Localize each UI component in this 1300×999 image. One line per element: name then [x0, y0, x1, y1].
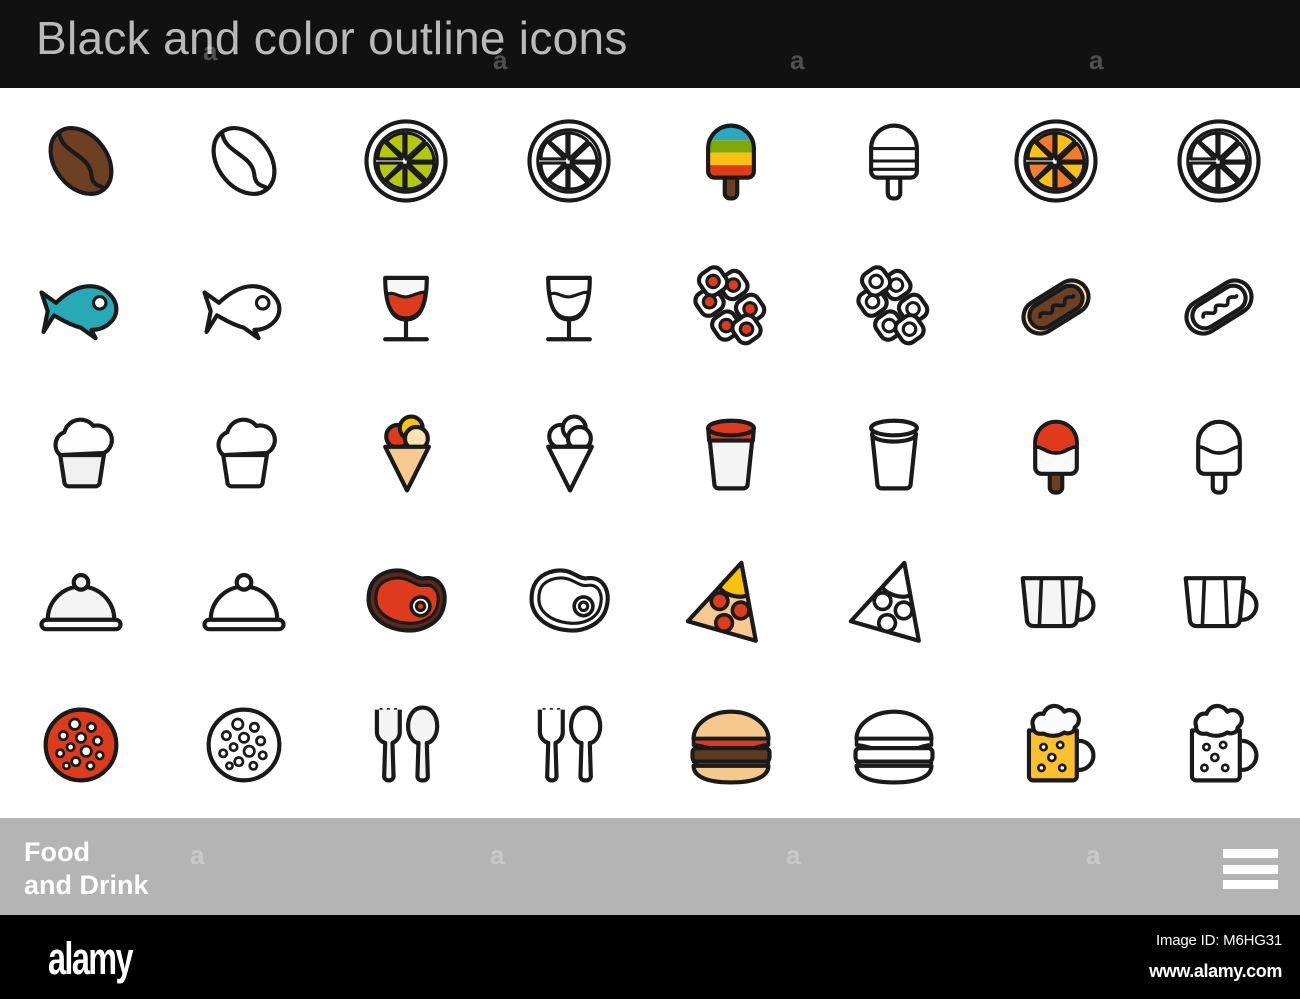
- icon-hamburger-color[interactable]: [650, 672, 813, 818]
- icon-cutlery-color[interactable]: [325, 672, 488, 818]
- icon-lime-slice-color[interactable]: [325, 88, 488, 234]
- icon-yogurt-cup-color[interactable]: [650, 380, 813, 526]
- icon-cloche-outline[interactable]: [163, 526, 326, 672]
- icon-orange-slice-color[interactable]: [975, 88, 1138, 234]
- icon-cupcake-color[interactable]: [0, 380, 163, 526]
- icon-hot-dog-outline[interactable]: [1138, 234, 1300, 380]
- icon-coffee-cup-outline[interactable]: [1138, 526, 1300, 672]
- watermark-letter: a: [786, 840, 801, 870]
- icon-sushi-color[interactable]: [650, 234, 813, 380]
- icon-sushi-outline[interactable]: [813, 234, 976, 380]
- footer-band: Food and Drink a a a a: [0, 818, 1300, 915]
- icon-ice-cream-cone-outline[interactable]: [488, 380, 651, 526]
- watermark-letter: a: [1089, 45, 1104, 75]
- icon-grid: [0, 88, 1300, 818]
- icon-hot-dog-color[interactable]: [975, 234, 1138, 380]
- stock-meta: Image ID: M6HG31 www.alamy.com: [1149, 932, 1282, 982]
- header-banner: Black and color outline icons a a a a: [0, 0, 1300, 88]
- category-label: Food and Drink: [24, 836, 149, 902]
- icon-salami-outline[interactable]: [163, 672, 326, 818]
- icon-cutlery-outline[interactable]: [488, 672, 651, 818]
- icon-steak-color[interactable]: [325, 526, 488, 672]
- icon-cloche-color[interactable]: [0, 526, 163, 672]
- icon-beer-mug-color[interactable]: [975, 672, 1138, 818]
- icon-pizza-slice-color[interactable]: [650, 526, 813, 672]
- hamburger-bar: [1223, 880, 1278, 889]
- hamburger-menu-icon[interactable]: [1223, 849, 1278, 889]
- icon-ice-cream-cone-color[interactable]: [325, 380, 488, 526]
- hamburger-bar: [1223, 849, 1278, 858]
- alamy-logo: alamy: [48, 933, 134, 984]
- icon-ice-cream-bar-color[interactable]: [975, 380, 1138, 526]
- watermark-letter: a: [1086, 840, 1101, 870]
- category-line-2: and Drink: [24, 870, 149, 901]
- icon-pizza-slice-outline[interactable]: [813, 526, 976, 672]
- icon-popsicle-color[interactable]: [650, 88, 813, 234]
- icon-cupcake-outline[interactable]: [163, 380, 326, 526]
- icon-beer-mug-outline[interactable]: [1138, 672, 1300, 818]
- page-title: Black and color outline icons: [36, 12, 628, 64]
- watermark-letter: a: [790, 45, 805, 75]
- icon-coffee-bean-color[interactable]: [0, 88, 163, 234]
- icon-wine-glass-outline[interactable]: [488, 234, 651, 380]
- alamy-url-label: www.alamy.com: [1149, 961, 1282, 981]
- icon-salami-color[interactable]: [0, 672, 163, 818]
- watermark-letter: a: [493, 45, 508, 75]
- watermark-letter: a: [190, 840, 205, 870]
- icon-hamburger-outline[interactable]: [813, 672, 976, 818]
- icon-orange-slice-outline[interactable]: [1138, 88, 1300, 234]
- watermark-letter: a: [490, 840, 505, 870]
- stock-watermark-bar: alamy Image ID: M6HG31 www.alamy.com: [0, 915, 1300, 999]
- icon-ice-cream-bar-outline[interactable]: [1138, 380, 1300, 526]
- icon-popsicle-outline[interactable]: [813, 88, 976, 234]
- icon-yogurt-cup-outline[interactable]: [813, 380, 976, 526]
- watermark-letter: a: [203, 36, 218, 66]
- icon-wine-glass-color[interactable]: [325, 234, 488, 380]
- icon-fish-outline[interactable]: [163, 234, 326, 380]
- icon-coffee-cup-color[interactable]: [975, 526, 1138, 672]
- image-id-label: Image ID: M6HG31: [1155, 932, 1282, 949]
- icon-lime-slice-outline[interactable]: [488, 88, 651, 234]
- hamburger-bar: [1223, 864, 1278, 874]
- icon-sheet-page: Black and color outline icons a a a a Fo…: [0, 0, 1300, 999]
- icon-fish-color[interactable]: [0, 234, 163, 380]
- icon-steak-outline[interactable]: [488, 526, 651, 672]
- icon-coffee-bean-outline[interactable]: [163, 88, 326, 234]
- category-line-1: Food: [24, 837, 90, 867]
